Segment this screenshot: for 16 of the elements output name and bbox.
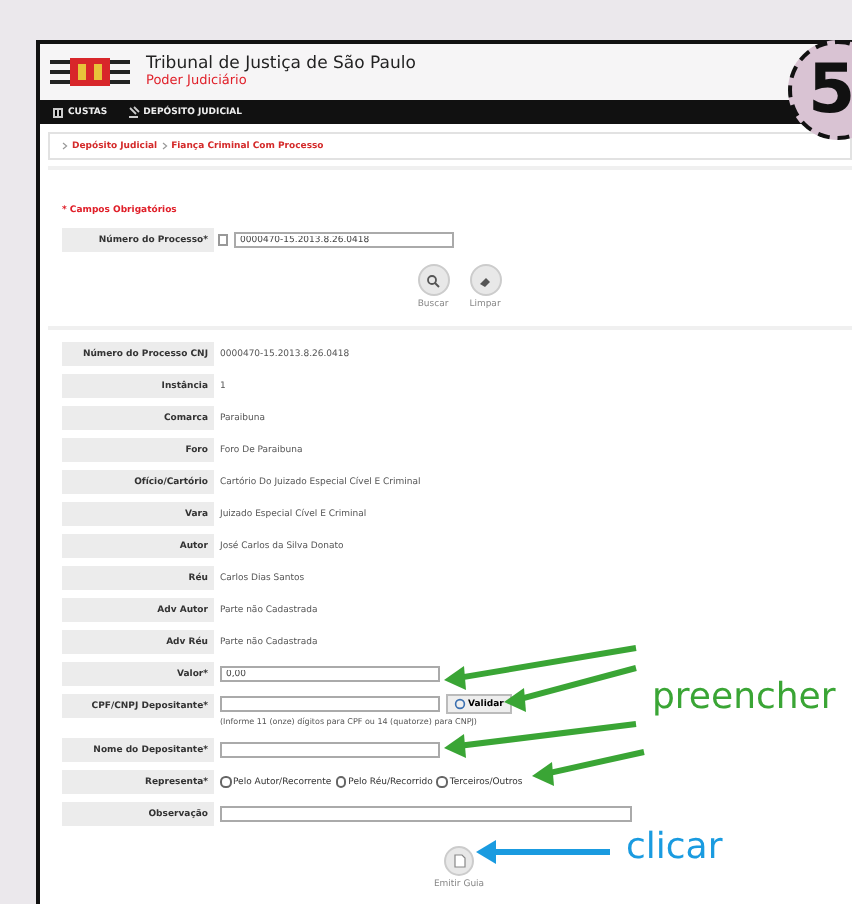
search-icon [426, 273, 440, 287]
site-title: Tribunal de Justiça de São Paulo [146, 55, 416, 74]
input-field[interactable] [220, 806, 632, 822]
building-icon [52, 106, 64, 118]
chevron-icon [62, 142, 68, 150]
eraser-icon [478, 273, 492, 287]
coat-of-arms-icon [50, 56, 130, 88]
document-icon [453, 854, 465, 868]
input-field[interactable] [220, 742, 440, 758]
refresh-icon [454, 698, 466, 710]
arrow [476, 840, 610, 864]
chevron-icon [161, 142, 168, 150]
gavel-icon [127, 106, 140, 118]
annotation-label: preencher [652, 676, 836, 718]
input-field[interactable] [220, 696, 440, 712]
annotation-label: clicar [626, 826, 723, 868]
